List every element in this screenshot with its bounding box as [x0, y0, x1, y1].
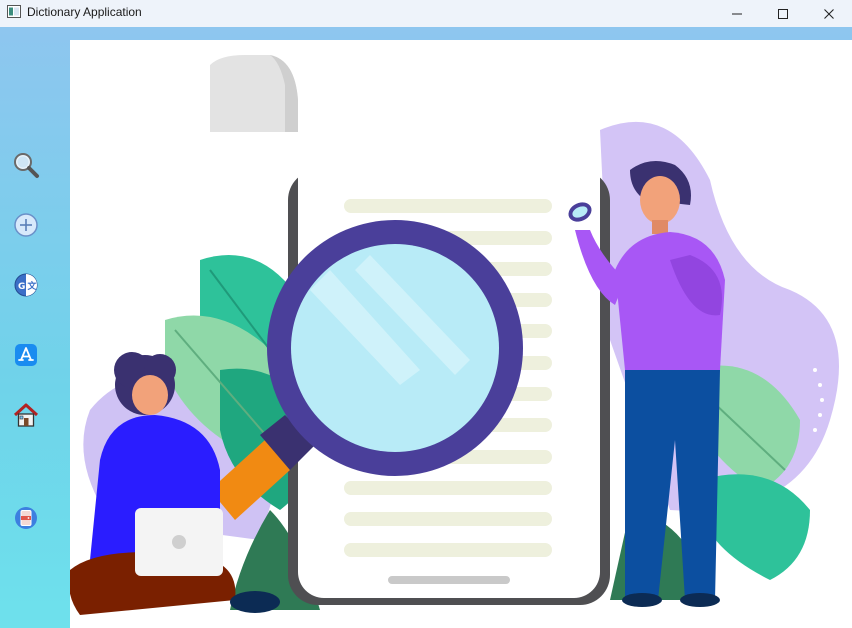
maximize-icon	[778, 8, 788, 19]
close-button[interactable]	[806, 0, 852, 27]
app-window-icon	[7, 5, 21, 18]
sidebar-add-button[interactable]	[12, 211, 40, 239]
sidebar-home-button[interactable]	[12, 401, 40, 429]
minimize-button[interactable]	[714, 0, 760, 27]
magnifier-icon	[14, 153, 39, 178]
exit-door-icon	[15, 507, 37, 529]
sidebar-exit-button[interactable]	[12, 504, 40, 532]
close-icon	[824, 8, 834, 19]
main-content	[70, 40, 852, 628]
translate-globe-icon: G 文	[14, 273, 38, 297]
title-bar[interactable]: Dictionary Application	[0, 0, 852, 27]
sidebar: G 文	[0, 40, 70, 628]
plus-circle-icon	[14, 213, 38, 237]
sidebar-translate-button[interactable]: G 文	[12, 271, 40, 299]
window-title: Dictionary Application	[27, 5, 142, 19]
svg-text:G: G	[18, 282, 25, 292]
svg-text:文: 文	[27, 280, 38, 292]
minimize-icon	[732, 13, 742, 14]
app-store-icon	[15, 344, 37, 366]
dictionary-search-illustration	[70, 55, 839, 615]
maximize-button[interactable]	[760, 0, 806, 27]
house-icon	[13, 403, 39, 427]
sidebar-search-button[interactable]	[12, 151, 40, 179]
sidebar-app-store-button[interactable]	[12, 341, 40, 369]
